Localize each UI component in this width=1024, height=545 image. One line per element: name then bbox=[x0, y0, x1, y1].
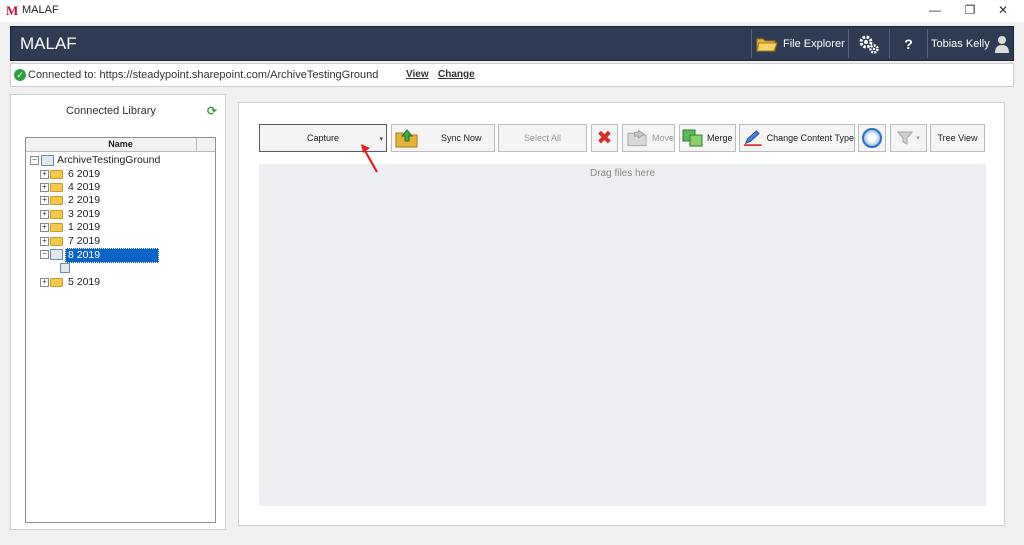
move-button[interactable]: Move bbox=[622, 124, 675, 152]
chevron-down-icon: ▾ bbox=[379, 136, 383, 143]
library-icon bbox=[50, 249, 63, 260]
expand-icon[interactable]: + bbox=[40, 183, 49, 192]
select-all-label: Select All bbox=[523, 133, 562, 143]
move-folder-icon bbox=[627, 129, 647, 147]
view-link[interactable]: View bbox=[406, 69, 429, 80]
tree-node-label: 2 2019 bbox=[68, 194, 101, 206]
connected-library-panel: Connected Library ⟳ Name − ArchiveTestin… bbox=[10, 94, 226, 530]
collapse-icon[interactable]: − bbox=[30, 156, 39, 165]
tree-view-button[interactable]: Tree View bbox=[930, 124, 985, 152]
collapse-icon[interactable]: − bbox=[40, 250, 49, 259]
settings-button[interactable] bbox=[848, 29, 888, 58]
tree-node-label: 7 2019 bbox=[68, 235, 101, 247]
funnel-icon bbox=[897, 131, 914, 145]
folder-icon bbox=[50, 196, 63, 205]
folder-open-icon bbox=[756, 38, 778, 51]
folder-icon bbox=[50, 183, 63, 192]
folder-icon bbox=[50, 237, 63, 246]
change-content-type-button[interactable]: Change Content Type bbox=[739, 124, 855, 152]
x-icon: ✖ bbox=[596, 127, 613, 149]
expand-icon[interactable]: + bbox=[40, 278, 49, 287]
tree-node-label: 1 2019 bbox=[68, 221, 101, 233]
file-drop-area[interactable]: Drag files here bbox=[259, 164, 986, 506]
pointer-arrow-icon bbox=[361, 144, 378, 173]
pencil-icon bbox=[743, 130, 762, 147]
tree-node-label: 6 2019 bbox=[68, 168, 101, 180]
chevron-down-icon: ▾ bbox=[916, 135, 920, 142]
app-header: MALAF File Explorer ? Tobias Kelly bbox=[10, 26, 1014, 61]
refresh-icon[interactable]: ⟳ bbox=[207, 104, 217, 118]
close-button[interactable]: ✕ bbox=[980, 0, 1024, 22]
gears-icon bbox=[859, 35, 879, 54]
tree-view-label: Tree View bbox=[937, 133, 978, 143]
refresh-icon bbox=[862, 128, 882, 148]
library-icon bbox=[41, 155, 54, 166]
library-icon bbox=[60, 263, 70, 273]
merge-icon bbox=[682, 129, 703, 147]
folder-icon bbox=[50, 170, 63, 179]
tree-node-label: 3 2019 bbox=[68, 208, 101, 220]
content-panel: Capture ▾ Sync Now Select All ✖ Move Mer… bbox=[238, 102, 1005, 526]
file-explorer-label: File Explorer bbox=[783, 37, 845, 50]
expand-icon[interactable]: + bbox=[40, 170, 49, 179]
user-icon bbox=[994, 35, 1009, 53]
merge-label: Merge bbox=[707, 133, 733, 143]
folder-icon bbox=[50, 223, 63, 232]
file-explorer-button[interactable]: File Explorer bbox=[751, 29, 847, 58]
move-label: Move bbox=[651, 133, 674, 143]
refresh-button[interactable] bbox=[858, 124, 886, 152]
tree-column-header[interactable]: Name bbox=[26, 138, 215, 152]
name-column-label: Name bbox=[108, 139, 133, 149]
help-button[interactable]: ? bbox=[889, 29, 927, 58]
expand-icon[interactable]: + bbox=[40, 196, 49, 205]
app-name: MALAF bbox=[20, 34, 77, 53]
check-icon: ✓ bbox=[14, 69, 26, 81]
expand-icon[interactable]: + bbox=[40, 210, 49, 219]
sync-now-label: Sync Now bbox=[441, 133, 482, 143]
tree-node-label: 4 2019 bbox=[68, 181, 101, 193]
connected-library-title: Connected Library bbox=[66, 105, 156, 117]
folder-icon bbox=[50, 278, 63, 287]
merge-button[interactable]: Merge bbox=[679, 124, 736, 152]
expand-icon[interactable]: + bbox=[40, 237, 49, 246]
help-icon: ? bbox=[904, 35, 913, 52]
tree-node-label: 5 2019 bbox=[68, 276, 101, 288]
select-all-button[interactable]: Select All bbox=[498, 124, 587, 152]
app-logo: M bbox=[6, 3, 19, 18]
window-title: MALAF bbox=[22, 4, 59, 16]
tree-node-label: 8 2019 bbox=[65, 248, 160, 263]
user-menu-button[interactable]: Tobias Kelly bbox=[927, 29, 1013, 58]
filter-button[interactable]: ▾ bbox=[890, 124, 927, 152]
sync-folder-icon bbox=[395, 129, 418, 148]
folder-icon bbox=[50, 210, 63, 219]
change-link[interactable]: Change bbox=[438, 69, 475, 80]
expand-icon[interactable]: + bbox=[40, 223, 49, 232]
connection-text: Connected to: https://steadypoint.sharep… bbox=[28, 69, 379, 81]
library-tree[interactable]: Name − ArchiveTestingGround + 6 2019 + 4… bbox=[25, 137, 216, 523]
sync-now-button[interactable]: Sync Now bbox=[391, 124, 495, 152]
user-name: Tobias Kelly bbox=[931, 37, 990, 50]
connection-status-bar: ✓ Connected to: https://steadypoint.shar… bbox=[10, 63, 1014, 87]
change-content-type-label: Change Content Type bbox=[766, 133, 854, 143]
window-titlebar: M MALAF — ❐ ✕ bbox=[0, 0, 1024, 22]
capture-label: Capture bbox=[306, 133, 340, 143]
delete-button[interactable]: ✖ bbox=[591, 124, 618, 152]
tree-root-label: ArchiveTestingGround bbox=[57, 154, 161, 166]
